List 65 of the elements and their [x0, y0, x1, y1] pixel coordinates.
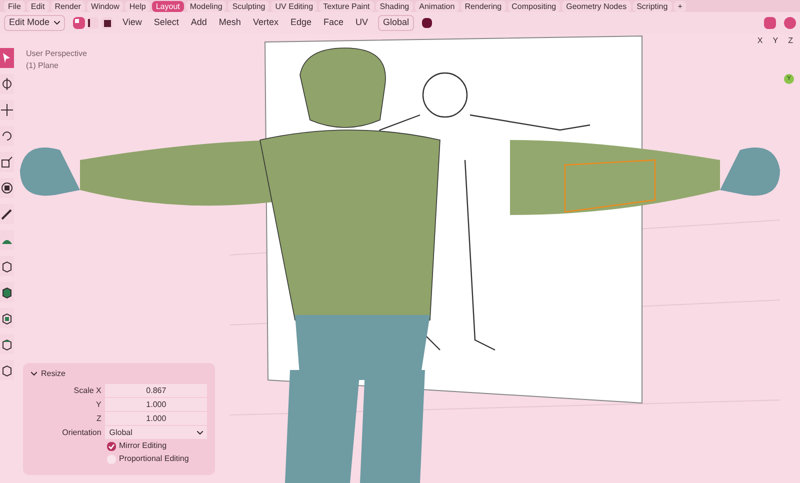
workspace-tab[interactable]: +: [674, 0, 686, 12]
rotate-tool-icon[interactable]: [0, 126, 14, 146]
cursor-tool-icon[interactable]: [0, 74, 14, 94]
menu-item[interactable]: Mesh: [216, 16, 243, 30]
object-name: (1) Plane: [26, 60, 60, 72]
menu-item[interactable]: Select: [152, 16, 181, 30]
menu-item[interactable]: Face: [321, 16, 346, 30]
field-label: Y: [95, 398, 102, 410]
field-label: Orientation: [61, 426, 102, 438]
workspace-tab[interactable]: Geometry Nodes: [562, 0, 631, 12]
workspace-tab[interactable]: Window: [86, 0, 124, 12]
extrude-tool-icon[interactable]: [0, 282, 14, 302]
menu-item[interactable]: Edge: [288, 16, 314, 30]
workspace-tab[interactable]: Animation: [415, 0, 459, 12]
workspace-tab[interactable]: File: [4, 0, 25, 12]
workspace-tab[interactable]: Compositing: [508, 0, 560, 12]
checkbox[interactable]: [107, 442, 116, 450]
face-select-mode-icon[interactable]: [100, 17, 113, 29]
field-label: Scale X: [72, 384, 102, 396]
workspace-tab[interactable]: Render: [50, 0, 85, 12]
panel-header[interactable]: Resize: [31, 367, 207, 381]
workspace-tab[interactable]: Layout: [152, 0, 184, 12]
menu-item[interactable]: UV: [354, 16, 370, 30]
mirror-axis-toggle[interactable]: Y: [770, 35, 782, 47]
workspace-tab[interactable]: Scripting: [632, 0, 672, 12]
checkbox-label: Proportional Editing: [119, 453, 189, 465]
edge-select-mode-icon[interactable]: [86, 17, 99, 29]
expand-caret-icon[interactable]: [31, 371, 37, 377]
select-tool-icon[interactable]: [0, 48, 14, 68]
vertex-select-mode-icon[interactable]: [72, 17, 85, 29]
workspace-tab[interactable]: Help: [125, 0, 150, 12]
orientation-dropdown[interactable]: Global: [378, 15, 414, 31]
workspace-tab[interactable]: Modeling: [186, 0, 226, 12]
bevel-tool-icon[interactable]: [0, 334, 14, 354]
workspace-tab[interactable]: Rendering: [460, 0, 506, 12]
caret-icon: [54, 21, 60, 25]
transform-tool-icon[interactable]: [0, 178, 14, 198]
menu-item[interactable]: Add: [188, 16, 209, 30]
workspace-tab[interactable]: Shading: [376, 0, 414, 12]
view-name: User Perspective: [26, 48, 87, 60]
checkbox-label: Mirror Editing: [119, 440, 167, 452]
move-tool-icon[interactable]: [0, 100, 14, 120]
mirror-axis-toggle[interactable]: X: [754, 35, 766, 47]
inset-tool-icon[interactable]: [0, 308, 14, 328]
cube-tool-icon[interactable]: [0, 256, 14, 276]
menu-item[interactable]: View: [120, 16, 144, 30]
workspace-tab[interactable]: UV Editing: [271, 0, 318, 12]
annotate-tool-icon[interactable]: [0, 204, 14, 224]
cube-tool-icon[interactable]: [0, 360, 14, 380]
checkbox[interactable]: [107, 454, 116, 464]
panel-title: Resize: [41, 368, 66, 380]
mirror-axis-toggle[interactable]: Z: [785, 35, 796, 47]
number-field[interactable]: 0.867: [105, 384, 207, 397]
menu-item[interactable]: Vertex: [250, 16, 280, 30]
number-field[interactable]: 1.000: [105, 398, 207, 411]
workspace-tab[interactable]: Sculpting: [228, 0, 270, 12]
orientation-select[interactable]: Global: [105, 426, 207, 439]
scale-tool-icon[interactable]: [0, 152, 14, 172]
workspace-tab[interactable]: Texture Paint: [319, 0, 374, 12]
field-label: Z: [95, 412, 102, 424]
number-field[interactable]: 1.000: [105, 412, 207, 425]
workspace-tab[interactable]: Edit: [26, 0, 49, 12]
mode-dropdown[interactable]: Edit Mode: [4, 15, 65, 31]
caret-icon: [197, 430, 203, 434]
measure-tool-icon[interactable]: [0, 230, 14, 250]
